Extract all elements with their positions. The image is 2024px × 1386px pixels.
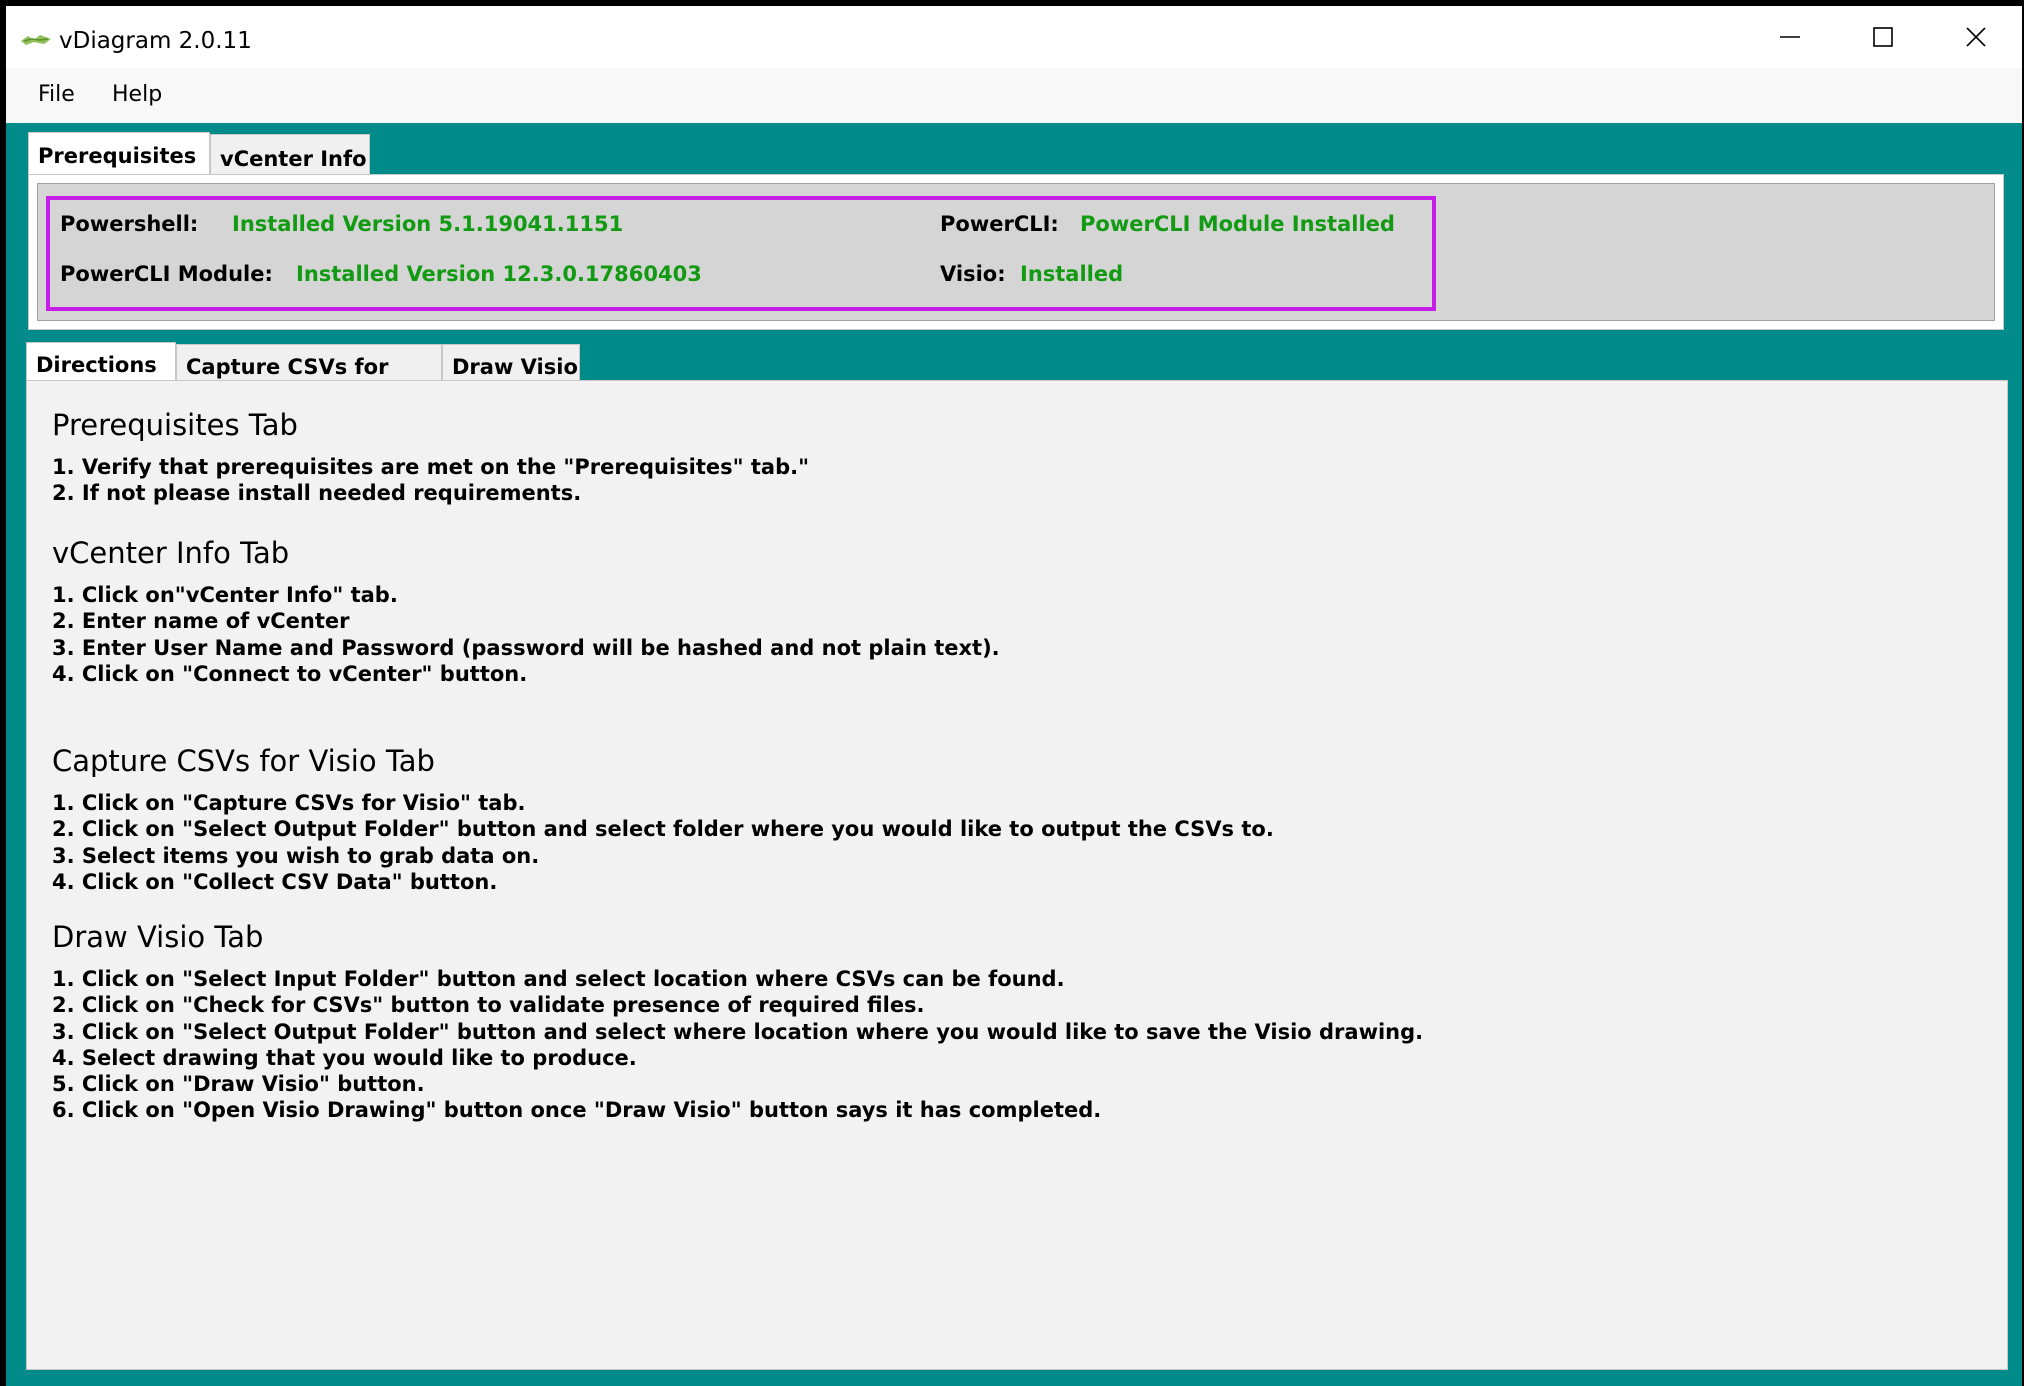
direction-step: 3. Click on "Select Output Folder" butto… xyxy=(52,1020,1424,1044)
direction-step: 1. Verify that prerequisites are met on … xyxy=(52,455,810,479)
tab-draw-visio[interactable]: Draw Visio xyxy=(442,344,580,382)
visio-label: Visio: xyxy=(940,262,1006,286)
direction-step: 1. Click on "Capture CSVs for Visio" tab… xyxy=(52,791,526,815)
tab-capture-csvs[interactable]: Capture CSVs for Visio xyxy=(176,344,442,403)
direction-step: 2. Enter name of vCenter xyxy=(52,609,350,633)
direction-step: 5. Click on "Draw Visio" button. xyxy=(52,1072,425,1096)
direction-step: 1. Click on"vCenter Info" tab. xyxy=(52,583,398,607)
direction-step: 1. Click on "Select Input Folder" button… xyxy=(52,967,1065,991)
title-bar[interactable]: vDiagram 2.0.11 xyxy=(6,6,2022,68)
direction-step: 2. Click on "Select Output Folder" butto… xyxy=(52,817,1274,841)
powercli-label: PowerCLI: xyxy=(940,212,1059,236)
visio-status: Installed xyxy=(1020,262,1124,286)
window-title: vDiagram 2.0.11 xyxy=(59,28,252,54)
minimize-button[interactable] xyxy=(1744,6,1836,68)
direction-step: 6. Click on "Open Visio Drawing" button … xyxy=(52,1098,1102,1122)
powercli-module-status: Installed Version 12.3.0.17860403 xyxy=(296,262,702,286)
direction-step: 4. Click on "Connect to vCenter" button. xyxy=(52,662,528,686)
menu-file[interactable]: File xyxy=(38,82,75,107)
powercli-module-label: PowerCLI Module: xyxy=(60,262,273,286)
direction-step: 4. Click on "Collect CSV Data" button. xyxy=(52,870,498,894)
tab-directions[interactable]: Directions xyxy=(26,342,176,382)
close-icon xyxy=(1966,27,1986,47)
powershell-status: Installed Version 5.1.19041.1151 xyxy=(232,212,624,236)
menu-help[interactable]: Help xyxy=(112,82,162,107)
section-title-draw-visio: Draw Visio Tab xyxy=(52,920,264,954)
tab-prerequisites[interactable]: Prerequisites xyxy=(28,132,210,176)
section-title-prerequisites: Prerequisites Tab xyxy=(52,408,298,442)
direction-step: 3. Enter User Name and Password (passwor… xyxy=(52,636,1000,660)
powercli-status: PowerCLI Module Installed xyxy=(1080,212,1395,236)
minimize-icon xyxy=(1780,36,1800,38)
section-title-capture-csvs: Capture CSVs for Visio Tab xyxy=(52,744,435,778)
maximize-icon xyxy=(1873,27,1893,47)
close-button[interactable] xyxy=(1930,6,2022,68)
section-title-vcenter-info: vCenter Info Tab xyxy=(52,536,290,570)
app-logo-icon xyxy=(21,35,51,45)
maximize-button[interactable] xyxy=(1837,6,1929,68)
direction-step: 3. Select items you wish to grab data on… xyxy=(52,844,540,868)
direction-step: 2. If not please install needed requirem… xyxy=(52,481,582,505)
powershell-label: Powershell: xyxy=(60,212,199,236)
direction-step: 2. Click on "Check for CSVs" button to v… xyxy=(52,993,925,1017)
direction-step: 4. Select drawing that you would like to… xyxy=(52,1046,637,1070)
tab-vcenter-info[interactable]: vCenter Info xyxy=(210,134,370,176)
menu-bar: File Help xyxy=(6,68,2022,123)
app-window: vDiagram 2.0.11 File Help Prerequisites … xyxy=(6,6,2022,1386)
